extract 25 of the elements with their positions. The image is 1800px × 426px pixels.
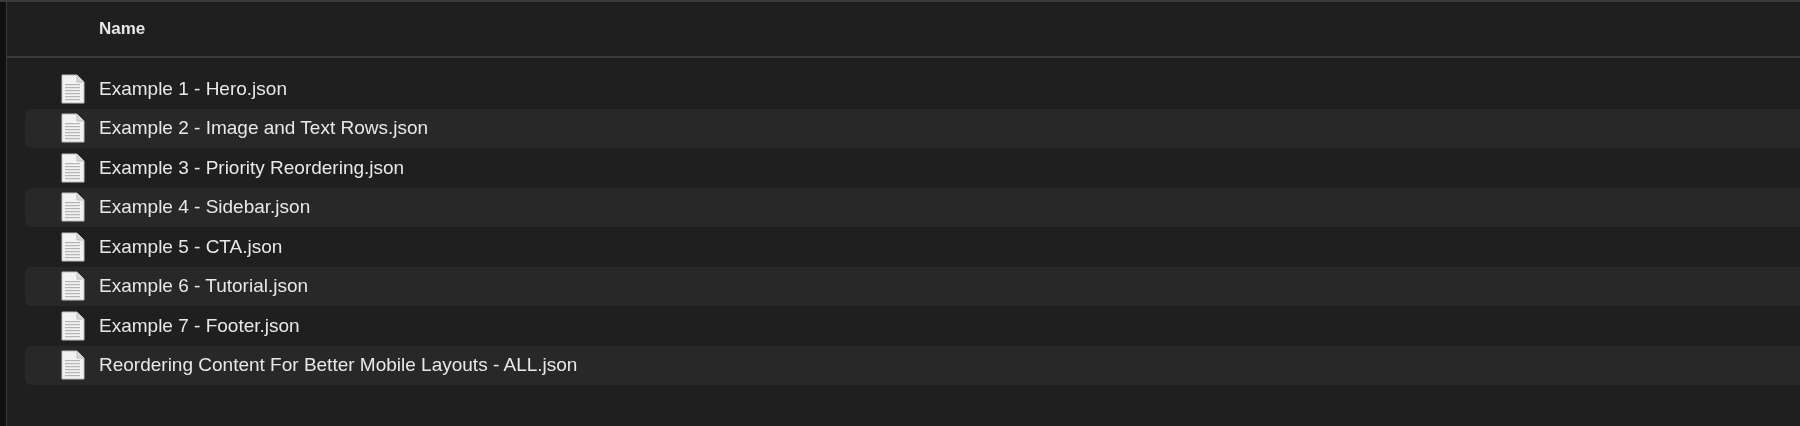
document-icon xyxy=(61,192,85,223)
document-icon xyxy=(61,310,85,341)
file-row[interactable]: Example 5 - CTA.json xyxy=(25,227,1800,267)
document-icon xyxy=(61,271,85,302)
file-row[interactable]: Example 3 - Priority Reordering.json xyxy=(25,148,1800,188)
file-name: Example 6 - Tutorial.json xyxy=(99,275,309,298)
file-name: Example 4 - Sidebar.json xyxy=(99,196,311,219)
document-icon xyxy=(61,73,85,104)
document-icon xyxy=(61,152,85,183)
file-row[interactable]: Example 6 - Tutorial.json xyxy=(25,266,1800,306)
file-row[interactable]: Example 2 - Image and Text Rows.json xyxy=(25,108,1800,148)
file-name: Example 5 - CTA.json xyxy=(99,235,283,258)
file-name: Example 2 - Image and Text Rows.json xyxy=(99,117,429,140)
file-row[interactable]: Example 4 - Sidebar.json xyxy=(25,187,1800,227)
document-icon xyxy=(61,350,85,381)
file-row[interactable]: Example 7 - Footer.json xyxy=(25,306,1800,346)
file-row[interactable]: Reordering Content For Better Mobile Layouts - ALL.json xyxy=(25,345,1800,385)
file-name: Example 1 - Hero.json xyxy=(99,77,287,100)
file-row[interactable]: Example 1 - Hero.json xyxy=(25,69,1800,109)
document-icon xyxy=(61,231,85,262)
column-header[interactable]: Name xyxy=(99,19,146,39)
file-name: Example 7 - Footer.json xyxy=(99,314,300,337)
file-name: Reordering Content For Better Mobile Layouts - ALL.json xyxy=(99,354,578,377)
document-icon xyxy=(61,113,85,144)
file-name: Example 3 - Priority Reordering.json xyxy=(99,156,405,179)
